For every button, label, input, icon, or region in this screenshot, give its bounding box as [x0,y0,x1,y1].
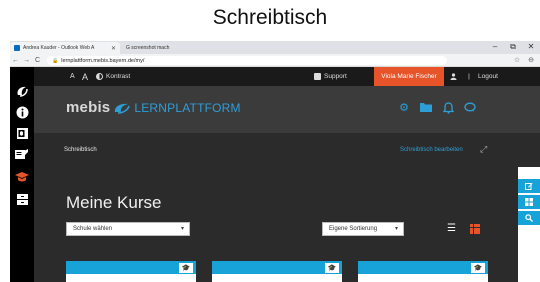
grid-view-icon[interactable] [470,224,480,234]
graduation-cap-icon: 🎓 [471,263,485,273]
school-select-value: Schule wählen [73,226,113,232]
tab-bar: Andrea Kauder - Outlook Web A ✕ G screen… [10,41,540,54]
list-view-icon[interactable]: ☰ [447,223,456,234]
certificate-icon[interactable] [13,147,31,163]
top-navigation: A A Kontrast Support Viola Marie Fischer… [34,67,540,86]
folder-icon[interactable] [420,102,432,114]
browser-chrome: Andrea Kauder - Outlook Web A ✕ G screen… [10,41,540,67]
page-caption: Schreibtisch [212,6,328,29]
browser-tab-inactive[interactable]: G screenshot mach [122,42,184,54]
breadcrumb-bar: Schreibtisch Schreibtisch bearbeiten ⤢ [34,133,540,167]
support-icon [314,73,321,80]
logout-divider: | [468,73,470,80]
chevron-down-icon: ▾ [180,226,184,232]
bookmark-star-icon[interactable]: ☆ [514,56,520,64]
graduation-cap-icon[interactable] [13,169,31,185]
browser-tab-active[interactable]: Andrea Kauder - Outlook Web A ✕ [10,42,120,54]
course-card-header: 🎓 [66,261,196,274]
course-card[interactable]: 🎓 [66,261,196,282]
expand-icon[interactable]: ⤢ [480,144,487,155]
gear-icon[interactable]: ⚙ [398,102,410,114]
url-input[interactable]: 🔒 lernplattform.mebis.bayern.de/my/ [47,56,447,65]
mebis-logo[interactable]: mebis LERNPLATTFORM [66,99,241,116]
course-card-header: 🎓 [358,261,488,274]
user-icon[interactable] [450,67,457,86]
contrast-label: Kontrast [106,73,131,80]
graduation-cap-icon: 🎓 [325,263,339,273]
course-card[interactable]: 🎓 [212,261,342,282]
logo-swoosh-icon [115,103,131,114]
page-title: Meine Kurse [66,193,162,212]
archive-icon[interactable] [13,191,31,207]
school-select[interactable]: Schule wählen ▾ [66,222,190,236]
outlook-favicon-icon [14,45,20,51]
tab-title: Andrea Kauder - Outlook Web A [23,45,95,51]
maximize-icon[interactable]: ⧉ [506,42,520,52]
reload-icon[interactable]: C [32,57,43,64]
outlook-icon[interactable] [13,125,31,141]
breadcrumb[interactable]: Schreibtisch [64,147,97,153]
brand-subtitle: LERNPLATTFORM [134,100,241,115]
chevron-down-icon: ▾ [394,226,398,232]
edit-desk-link[interactable]: Schreibtisch bearbeiten [400,147,463,153]
close-window-icon[interactable]: ✕ [524,42,538,51]
lock-icon: 🔒 [52,57,59,64]
support-link[interactable]: Support [314,67,347,86]
search-icon[interactable] [518,211,540,225]
bell-icon[interactable] [442,102,454,114]
browser-actions: ☆ ⊖ [514,56,534,64]
forward-icon[interactable]: → [21,57,32,64]
brand-name: mebis [66,99,111,116]
support-label: Support [324,73,347,80]
chat-icon[interactable] [464,102,476,114]
contrast-button[interactable]: Kontrast [96,67,130,86]
font-decrease-button[interactable]: A [70,67,75,86]
course-card[interactable]: 🎓 [358,261,488,282]
logout-link[interactable]: Logout [478,67,498,86]
font-increase-button[interactable]: A [82,67,88,86]
tab-close-icon[interactable]: ✕ [111,45,116,52]
mebis-logo-icon[interactable] [13,83,31,99]
user-menu[interactable]: Viola Marie Fischer [374,67,444,86]
contrast-icon [96,73,103,80]
account-icon[interactable]: ⊖ [528,56,534,64]
graduation-cap-icon: 🎓 [179,263,193,273]
back-icon[interactable]: ← [10,57,21,64]
info-icon[interactable] [13,104,31,120]
left-sidebar [10,67,34,282]
main-content: Meine Kurse Schule wählen ▾ Eigene Sorti… [34,167,518,282]
sort-select-value: Eigene Sortierung [329,226,378,232]
screenshot-root: Schreibtisch Andrea Kauder - Outlook Web… [0,0,540,282]
grid-icon[interactable] [518,195,540,209]
address-bar-row: ← → C 🔒 lernplattform.mebis.bayern.de/my… [10,54,540,67]
sort-select[interactable]: Eigene Sortierung ▾ [322,222,404,236]
brand-header: mebis LERNPLATTFORM ⚙ [34,86,540,133]
edit-icon[interactable] [518,179,540,193]
minimize-icon[interactable]: – [488,42,502,51]
course-card-header: 🎓 [212,261,342,274]
tab-title: G screenshot mach [126,45,170,51]
url-text: lernplattform.mebis.bayern.de/my/ [61,57,145,64]
